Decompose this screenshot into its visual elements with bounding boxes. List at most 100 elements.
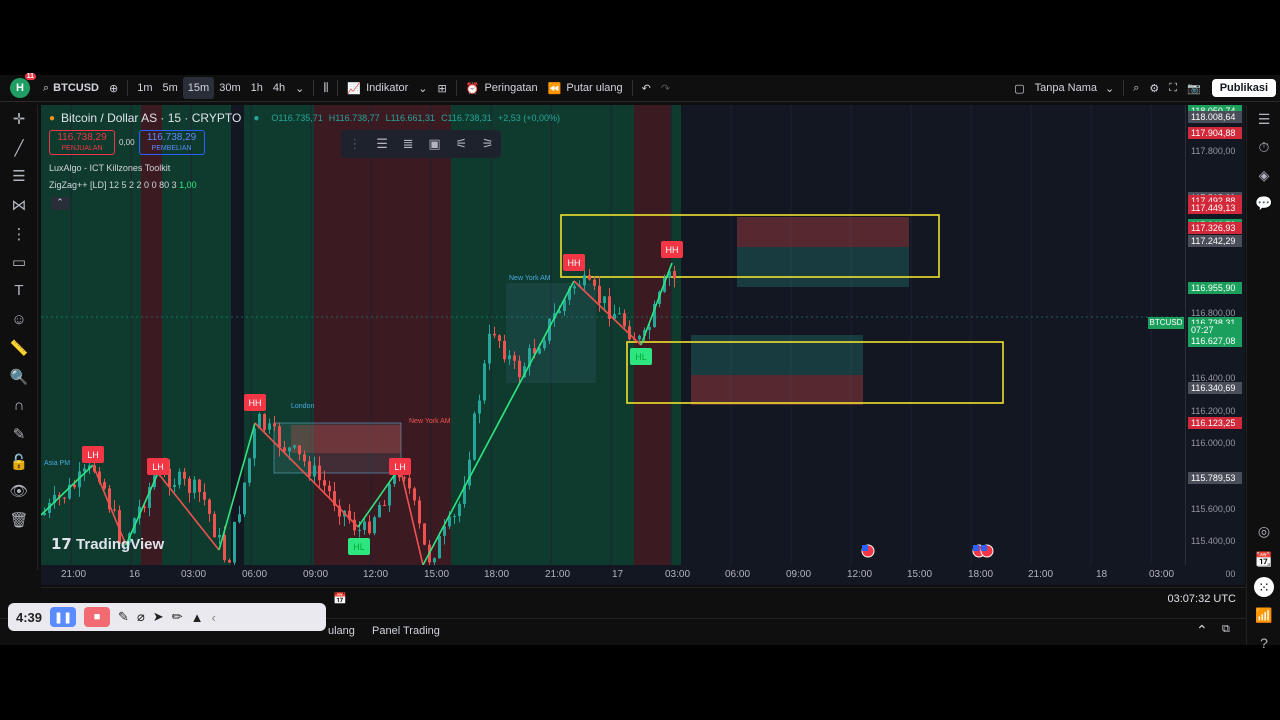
object-tree-button[interactable]: ◈	[1247, 161, 1280, 189]
candle-body	[673, 271, 676, 279]
crosshair-tool[interactable]: ✛	[0, 105, 38, 134]
maximize-icon[interactable]: ⧉	[1222, 623, 1230, 636]
tab-replay-partial[interactable]: ulang	[328, 625, 355, 637]
snapshot-button[interactable]: 📷	[1182, 77, 1206, 99]
shape-tool[interactable]: ▭	[0, 248, 38, 277]
emoji-tool[interactable]: ☺	[0, 305, 38, 334]
templates-button[interactable]: ⊞	[433, 77, 452, 99]
chevron-left-icon[interactable]: ‹	[211, 610, 215, 625]
time-label: 21:00	[61, 569, 87, 580]
price-axis[interactable]: 118.050,74118.008,64117.906,29117.904,88…	[1185, 105, 1245, 585]
interval-4h[interactable]: 4h	[268, 77, 290, 99]
quick-search-button[interactable]: ⌕	[1128, 77, 1144, 99]
frame-icon[interactable]: ▣	[428, 136, 440, 152]
lines-icon[interactable]: ☰	[376, 136, 388, 152]
layout-menu[interactable]: ▢ Tanpa Nama ⌄	[1009, 77, 1119, 99]
zoom-tool[interactable]: 🔍	[0, 362, 38, 391]
alarm-icon: ⏰	[465, 82, 480, 95]
user-avatar[interactable]: H 11	[10, 73, 36, 98]
interval-5m[interactable]: 5m	[158, 77, 183, 99]
utc-clock[interactable]: 03:07:32 UTC	[1168, 593, 1236, 605]
indicator-legend-2[interactable]: ZigZag++ [LD] 12 5 2 2 0 0 80 3 1,00	[49, 180, 197, 190]
pause-button[interactable]: ❚❚	[50, 607, 77, 627]
sell-label: PENJUALAN	[61, 145, 103, 152]
fib-tool[interactable]: ☰	[0, 162, 38, 191]
stream-button[interactable]: 📶	[1247, 601, 1280, 629]
lock-icon: 🔓	[9, 454, 29, 472]
delete-tool[interactable]: 🗑	[0, 505, 38, 534]
text-tool[interactable]: T	[0, 277, 38, 306]
calendar-goto-icon[interactable]: 📅	[333, 592, 347, 605]
forecast-tool[interactable]: ⋮	[0, 219, 38, 248]
alerts-label: Peringatan	[484, 82, 538, 94]
time-axis[interactable]: 21:00 16 03:00 06:00 09:00 12:00 15:00 18:00 21:…	[41, 565, 1226, 585]
candle-body	[63, 497, 66, 499]
replay-button[interactable]: ⏪ Putar ulang	[543, 77, 628, 99]
pattern-tool[interactable]: ⋈	[0, 191, 38, 220]
chart-pane[interactable]: LH LH HH HL LH HH HL HH London New York AM New Yor…	[41, 105, 1185, 585]
camera-off-icon[interactable]: ⌀	[137, 609, 145, 625]
candle-body	[483, 363, 486, 401]
indicator-legend-1[interactable]: LuxAlgo - ICT Killzones Toolkit	[49, 163, 170, 173]
price-chart[interactable]: LH LH HH HL LH HH HL HH London New York AM New Yor…	[41, 105, 1185, 585]
settings-button[interactable]: ⚙	[1144, 77, 1164, 99]
price-label: 115.400,00	[1191, 536, 1236, 547]
pattern-icon: ⋈	[11, 197, 27, 215]
drag-handle-icon[interactable]: ⋮	[348, 136, 361, 152]
candle-body	[308, 461, 311, 477]
stay-drawing-tool[interactable]: ✎	[0, 420, 38, 449]
notification-badge: 11	[24, 73, 36, 80]
divider	[455, 80, 457, 96]
buy-button[interactable]: 116.738,29 PEMBELIAN	[138, 130, 205, 155]
candle-body	[388, 483, 391, 506]
highlighter-icon[interactable]: ▲	[191, 610, 204, 625]
mic-off-icon[interactable]: ✎	[118, 609, 129, 625]
candle-body	[498, 335, 501, 341]
chat-icon: 💬	[1255, 194, 1273, 211]
hide-tool[interactable]: 👁	[0, 477, 38, 506]
sliders-icon[interactable]: ⚟	[455, 136, 467, 152]
interval-1h[interactable]: 1h	[246, 77, 268, 99]
interval-1m[interactable]: 1m	[132, 77, 157, 99]
symbol-search[interactable]: ⌕ BTCUSD	[38, 77, 104, 99]
pen-icon[interactable]: ✏	[172, 609, 183, 625]
fullscreen-button[interactable]: ⛶	[1164, 77, 1182, 99]
stop-button[interactable]: ■	[84, 607, 111, 627]
candle-body	[473, 413, 476, 460]
magnet-tool[interactable]: ∩	[0, 391, 38, 420]
indicators-button[interactable]: 📈 Indikator ⌄	[342, 77, 432, 99]
ideas-button[interactable]: ◎	[1247, 517, 1280, 545]
cursor-icon[interactable]: ➤	[153, 609, 164, 625]
interval-30m[interactable]: 30m	[214, 77, 245, 99]
interval-15m[interactable]: 15m	[182, 77, 215, 99]
ruler-tool[interactable]: 📏	[0, 334, 38, 363]
chat-button[interactable]: 💬	[1247, 189, 1280, 217]
alerts-button[interactable]: ⏰ Peringatan	[461, 77, 543, 99]
watchlist-button[interactable]: ☰	[1247, 105, 1280, 133]
apps-button[interactable]: ⁙	[1247, 573, 1280, 601]
tab-trading-panel[interactable]: Panel Trading	[372, 625, 440, 637]
candle-body	[593, 279, 596, 286]
chevron-down-icon: ⌄	[1105, 82, 1115, 95]
publish-button[interactable]: Publikasi	[1211, 79, 1276, 97]
trendline-tool[interactable]: ╱	[0, 134, 38, 163]
sliders-alt-icon[interactable]: ⚞	[482, 136, 494, 152]
collapse-legend-button[interactable]: ⌃	[51, 197, 69, 210]
undo-button[interactable]: ↶	[637, 77, 656, 99]
lines-alt-icon[interactable]: ≣	[403, 136, 414, 152]
symbol-title[interactable]: Bitcoin / Dollar AS · 15 · CRYPTO	[61, 111, 241, 125]
calendar-button[interactable]: 📆	[1247, 545, 1280, 573]
time-label: 15:00	[907, 569, 933, 580]
ohlc-high: H116.738,77	[328, 113, 380, 123]
compare-symbol-button[interactable]: ⊕	[104, 77, 123, 99]
alerts-panel-button[interactable]: ⏱	[1247, 133, 1280, 161]
lock-tool[interactable]: 🔓	[0, 448, 38, 477]
redo-button[interactable]: ↷	[656, 77, 675, 99]
chart-type-button[interactable]: ⫼	[318, 77, 333, 99]
sell-button[interactable]: 116.738,29 PENJUALAN	[49, 130, 115, 155]
indicator-name: ZigZag++ [LD] 12 5 2 2 0 0 80 3	[49, 180, 177, 190]
help-button[interactable]: ?	[1247, 629, 1280, 657]
interval-dropdown[interactable]: ⌄	[290, 77, 309, 99]
chevron-up-icon[interactable]: ⌃	[1196, 622, 1208, 639]
session-band	[403, 105, 451, 565]
